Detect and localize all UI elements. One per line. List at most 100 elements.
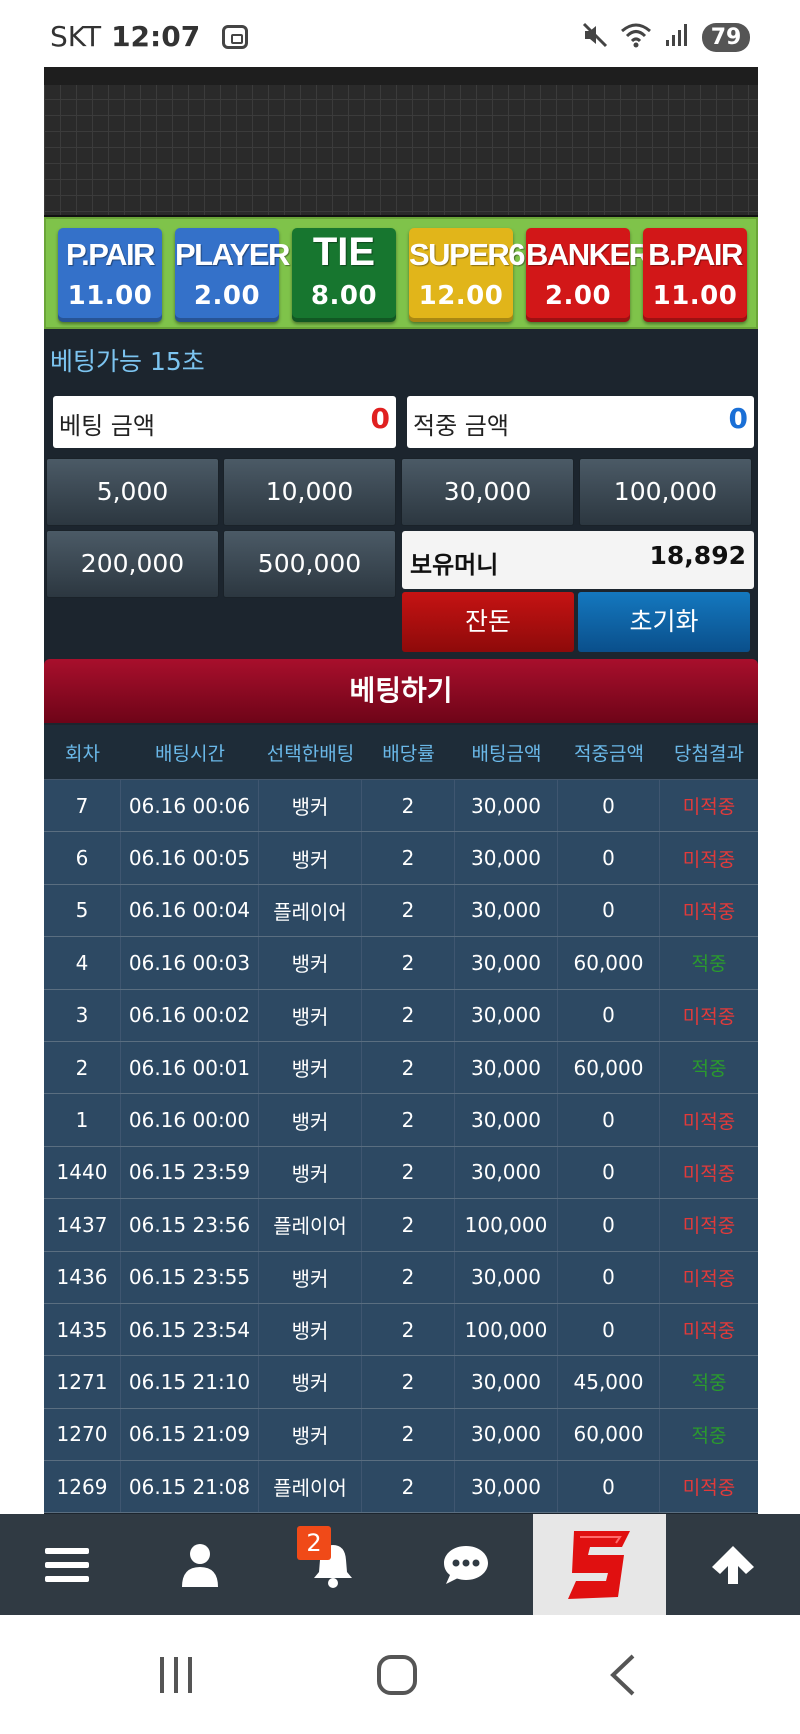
time-cell: 06.16 00:01 [121,1041,259,1094]
timer-value: 15초 [149,347,205,376]
round-cell: 6 [44,832,121,884]
odds-cell-text: 2 [401,1108,415,1133]
change-button[interactable]: 잔돈 [402,592,574,652]
win-amount-cell: 60,000 [558,1041,660,1094]
result-cell-text: 적중 [691,1424,727,1447]
bet-banker[interactable]: BANKER 2.00 [526,228,651,322]
bet-history-table: 회차 배팅시간 선택한배팅 배당률 배팅금액 적중금액 당첨결과 7 06.16 … [44,725,758,1514]
result-cell: 미적중 [660,1304,758,1355]
time-cell-text: 06.15 21:08 [128,1474,251,1499]
bet-amount-cell: 30,000 [455,884,558,937]
chat-button[interactable] [399,1514,532,1615]
arrow-up-icon [711,1545,754,1584]
table-header-row: 회차 배팅시간 선택한배팅 배당률 배팅금액 적중금액 당첨결과 [44,725,758,780]
round-cell: 7 [44,780,121,832]
reset-button[interactable]: 초기화 [578,592,750,652]
win-amount-cell-text: 60,000 [573,1055,644,1080]
bet-amount-cell: 30,000 [455,1461,558,1513]
win-amount-cell-text: 0 [602,898,615,923]
win-amount-cell-text: 0 [602,1003,615,1028]
time-cell: 06.16 00:06 [121,780,259,832]
bet-player-pair[interactable]: P.PAIR 11.00 [58,228,162,322]
logo [567,1530,630,1599]
time-cell-text: 06.16 00:03 [128,950,251,975]
time-cell: 06.15 21:10 [121,1356,259,1408]
round-cell: 1437 [44,1199,121,1251]
time-cell: 06.16 00:05 [121,832,259,884]
bet-amount-cell-text: 30,000 [471,1055,541,1080]
time-cell-text: 06.16 00:04 [128,898,251,923]
round-cell-text: 1269 [56,1474,108,1499]
bet-amount-cell-text: 30,000 [471,1108,541,1133]
result-cell-text: 미적중 [682,900,736,923]
result-cell-text: 미적중 [682,1005,736,1028]
time-cell: 06.15 21:08 [121,1461,259,1513]
result-cell: 적중 [660,937,758,988]
bet-amount-label: 베팅 금액 [59,412,155,440]
odds-cell: 2 [362,1146,455,1199]
round-cell: 4 [44,937,121,989]
bet-option-name: SUPER6 [409,237,526,272]
bet-amount-cell: 30,000 [455,1094,558,1146]
table-row: 1 06.16 00:00 뱅커 2 30,000 0 미적중 [44,1094,758,1147]
bet-amount-cell-text: 30,000 [471,1265,541,1290]
bet-player[interactable]: PLAYER 2.00 [175,228,290,322]
time-cell-text: 06.15 21:09 [128,1422,251,1447]
odds-cell-text: 2 [401,950,415,975]
bet-amount-cell: 30,000 [455,937,558,989]
time-cell-text: 06.16 00:02 [128,1003,251,1028]
notifications-button[interactable] [266,1514,399,1615]
odds-cell: 2 [362,1356,455,1408]
win-amount-cell: 0 [558,1251,660,1303]
bet-banker-pair[interactable]: B.PAIR 11.00 [643,228,747,322]
chip-500000[interactable]: 500,000 [223,530,396,598]
menu-button[interactable] [0,1514,133,1615]
profile-button[interactable] [133,1514,266,1615]
chip-200000[interactable]: 200,000 [46,530,219,598]
wifi-icon [620,22,652,52]
back-button[interactable] [582,1645,662,1705]
chip-30000[interactable]: 30,000 [401,458,574,526]
bet-option-odds: 2.00 [544,281,612,311]
odds-cell: 2 [362,1303,455,1356]
result-cell-text: 적중 [691,1372,727,1395]
win-amount-cell-text: 0 [602,1265,615,1290]
recents-button[interactable] [136,1645,216,1705]
win-amount-cell-text: 0 [602,1108,615,1133]
win-amount-cell: 60,000 [558,1408,660,1461]
chip-100000[interactable]: 100,000 [579,458,752,526]
result-cell-text: 미적중 [682,796,736,819]
selection-cell: 뱅커 [259,937,362,989]
baccarat-panel: P.PAIR 11.00 PLAYER 2.00 TIE 8.00 SUPER6… [44,67,758,1514]
round-cell: 1436 [44,1251,121,1303]
win-amount-cell-text: 60,000 [573,950,644,975]
table-row: 2 06.16 00:01 뱅커 2 30,000 60,000 적중 [44,1041,758,1095]
round-cell-text: 2 [75,1055,89,1080]
home-button[interactable] [357,1645,437,1705]
result-cell-text: 미적중 [682,848,736,871]
chip-10000[interactable]: 10,000 [223,458,396,526]
table-row: 1436 06.15 23:55 뱅커 2 30,000 0 미적중 [44,1251,758,1304]
selection-cell: 플레이어 [259,1199,362,1251]
bet-super6[interactable]: SUPER6 12.00 [409,228,526,322]
win-amount-cell: 0 [558,1199,660,1251]
time-cell-text: 06.16 00:05 [128,846,251,871]
odds-cell-text: 2 [401,898,415,923]
chip-5000[interactable]: 5,000 [46,458,219,526]
site-logo-button[interactable] [533,1514,666,1615]
win-amount-value: 0 [728,402,748,435]
round-cell: 2 [44,1041,121,1094]
selection-cell: 플레이어 [259,1461,362,1513]
bet-tie[interactable]: TIE 8.00 [292,228,396,322]
time-cell: 06.15 23:55 [121,1251,259,1303]
round-cell: 5 [44,884,121,937]
scroll-top-button[interactable] [666,1514,799,1615]
selection-cell: 뱅커 [259,1094,362,1146]
bet-amount-cell-text: 30,000 [471,793,541,818]
odds-cell-text: 2 [401,1212,415,1237]
table-row: 1435 06.15 23:54 뱅커 2 100,000 0 미적중 [44,1303,758,1357]
round-cell-text: 1271 [56,1369,108,1394]
bet-amount-cell-text: 30,000 [471,1422,541,1447]
win-amount-cell-text: 0 [602,793,615,818]
place-bet-button[interactable]: 베팅하기 [44,659,758,723]
